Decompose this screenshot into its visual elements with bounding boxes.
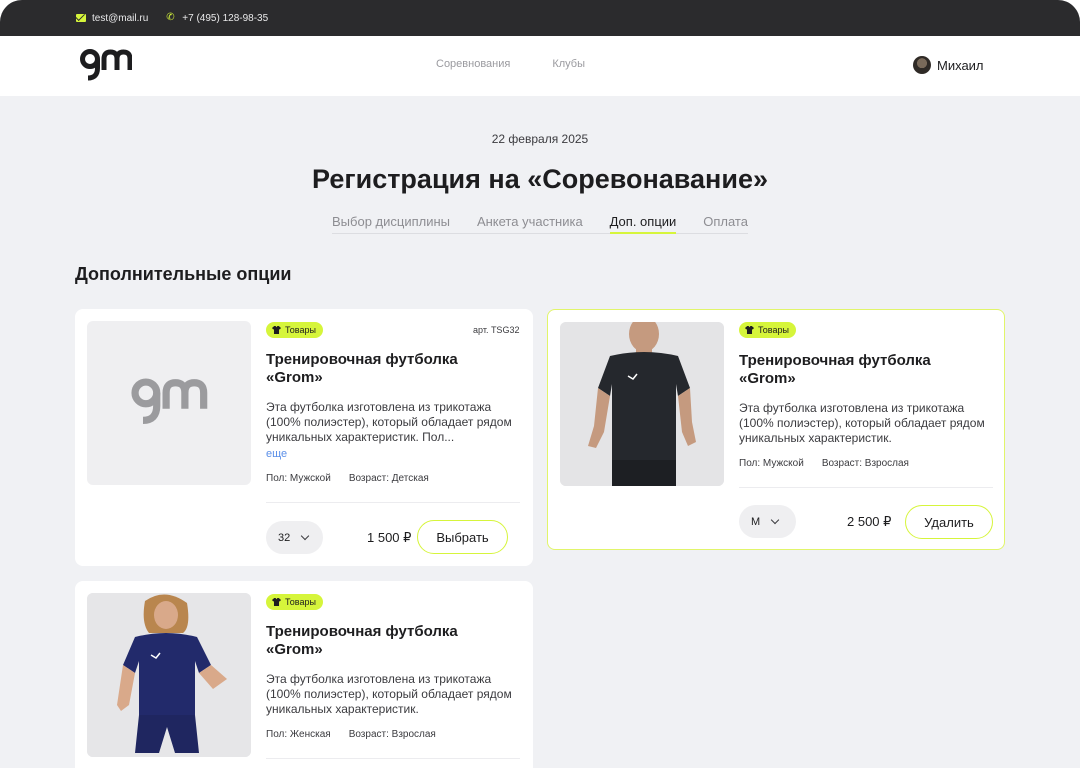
size-select[interactable]: M (739, 505, 796, 538)
step-participant-form[interactable]: Анкета участника (477, 214, 583, 231)
product-name: Тренировочная футболка «Grom» (266, 623, 458, 658)
divider (739, 487, 993, 488)
product-meta: Пол: Мужской Возраст: Взрослая (739, 458, 909, 469)
age-label: Возраст: Взрослая (348, 729, 436, 740)
logo-icon[interactable] (80, 48, 132, 84)
user-menu[interactable]: Михаил (913, 56, 984, 74)
registration-steps: Выбор дисциплины Анкета участника Доп. о… (332, 214, 748, 234)
size-select[interactable]: 32 (266, 521, 323, 554)
size-value: M (751, 515, 761, 528)
category-badge: Товары (266, 322, 323, 338)
product-card-selected: Товары Тренировочная футболка «Grom» Эта… (547, 309, 1005, 550)
product-meta: Пол: Женская Возраст: Взрослая (266, 729, 436, 740)
email-contact[interactable]: test@mail.ru (76, 13, 148, 24)
email-text: test@mail.ru (92, 12, 149, 24)
main-nav: Соревнования Клубы (436, 58, 585, 70)
event-date: 22 февраля 2025 (491, 132, 589, 146)
select-button[interactable]: Выбрать (417, 520, 508, 554)
age-label: Возраст: Детская (348, 473, 429, 484)
product-image (560, 322, 724, 486)
category-badge: Товары (266, 594, 323, 610)
phone-contact[interactable]: ✆ +7 (495) 128-98-35 (166, 13, 268, 24)
phone-icon: ✆ (166, 12, 175, 23)
mail-icon (76, 14, 86, 22)
product-description: Эта футболка изготовлена из трикотажа (1… (266, 400, 512, 444)
logo-placeholder-icon (131, 378, 208, 424)
contact-bar: test@mail.ru ✆ +7 (495) 128-98-35 (0, 0, 1080, 36)
gender-label: Пол: Мужской (739, 458, 804, 469)
product-image (87, 321, 251, 485)
article-number: арт. TSG32 (473, 325, 520, 335)
step-payment[interactable]: Оплата (703, 214, 748, 231)
phone-text: +7 (495) 128-98-35 (182, 12, 269, 24)
nav-item-clubs[interactable]: Клубы (552, 58, 585, 70)
chevron-down-icon (770, 515, 780, 525)
badge-label: Товары (285, 325, 316, 335)
nav-item-competitions[interactable]: Соревнования (436, 58, 510, 70)
section-title: Дополнительные опции (75, 264, 292, 284)
divider (266, 502, 520, 503)
tshirt-icon (272, 326, 281, 334)
page-title: Регистрация на «Соревонавание» (312, 164, 768, 194)
age-label: Возраст: Взрослая (821, 458, 909, 469)
badge-label: Товары (285, 597, 316, 607)
size-value: 32 (278, 531, 291, 544)
tshirt-icon (745, 326, 754, 334)
product-description: Эта футболка изготовлена из трикотажа (1… (266, 672, 512, 716)
divider (266, 758, 520, 759)
app-window: test@mail.ru ✆ +7 (495) 128-98-35 Соревн… (0, 0, 1080, 768)
product-card: Товары арт. TSG32 Тренировочная футболка… (75, 309, 533, 566)
product-price: 2 500 ₽ (847, 514, 892, 529)
product-name: Тренировочная футболка «Grom» (266, 351, 458, 386)
product-card: Товары Тренировочная футболка «Grom» Эта… (75, 581, 533, 768)
product-description: Эта футболка изготовлена из трикотажа (1… (739, 401, 985, 445)
gender-label: Пол: Мужской (266, 473, 331, 484)
product-image (87, 593, 251, 757)
remove-button[interactable]: Удалить (905, 505, 993, 539)
tshirt-icon (272, 598, 281, 606)
site-header: Соревнования Клубы Михаил (0, 36, 1080, 96)
chevron-down-icon (301, 531, 310, 541)
product-name: Тренировочная футболка «Grom» (739, 352, 931, 387)
badge-label: Товары (758, 325, 789, 335)
category-badge: Товары (739, 322, 796, 338)
step-extra-options[interactable]: Доп. опции (609, 214, 676, 234)
user-name: Михаил (937, 57, 984, 73)
male-model-photo (560, 322, 724, 486)
show-more-link[interactable]: еще (266, 448, 287, 460)
female-model-photo (87, 593, 251, 757)
step-discipline[interactable]: Выбор дисциплины (332, 214, 450, 231)
gender-label: Пол: Женская (266, 729, 331, 740)
avatar (913, 56, 931, 74)
product-price: 1 500 ₽ (367, 530, 412, 545)
product-meta: Пол: Мужской Возраст: Детская (266, 473, 429, 484)
